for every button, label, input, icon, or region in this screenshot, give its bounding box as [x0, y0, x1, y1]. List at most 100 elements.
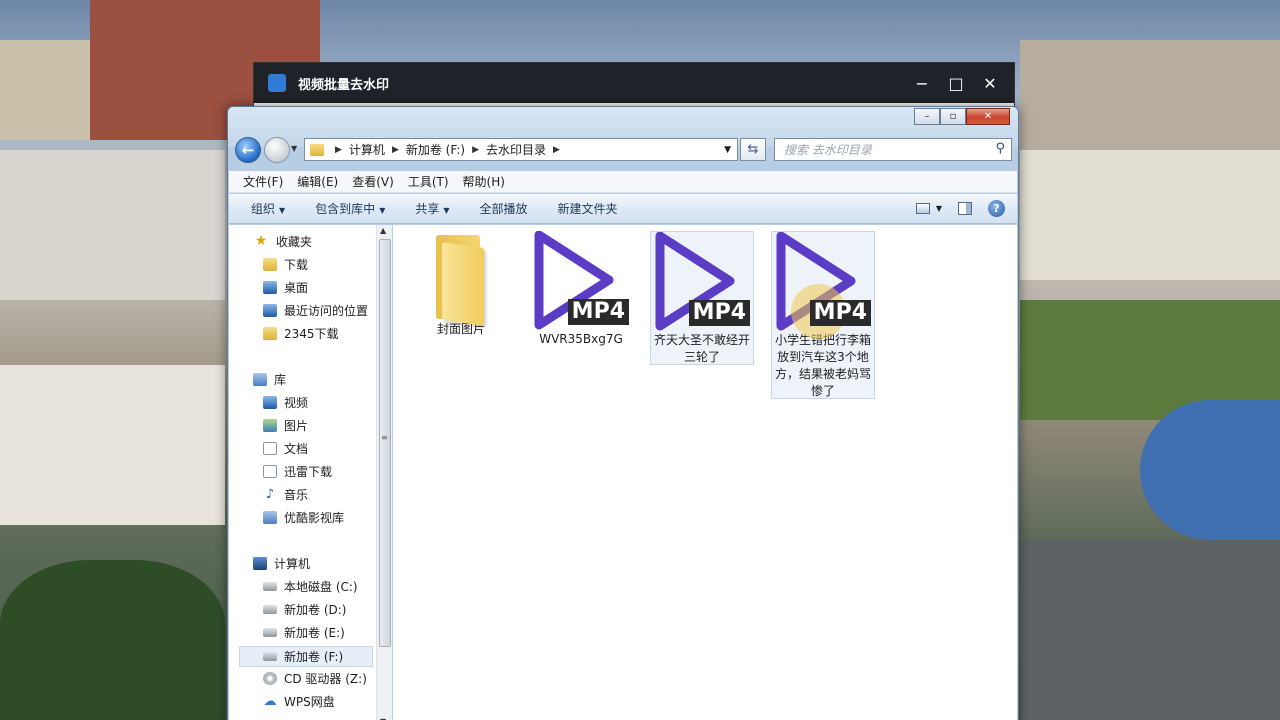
- app-minimize-button[interactable]: −: [914, 74, 930, 93]
- app-titlebar[interactable]: 视频批量去水印 − □ ✕: [254, 63, 1014, 103]
- nav-pictures[interactable]: 图片: [263, 417, 308, 434]
- history-dropdown-icon[interactable]: ▼: [291, 144, 297, 153]
- help-icon[interactable]: ?: [988, 200, 1005, 217]
- share-button[interactable]: 共享 ▼: [415, 200, 449, 217]
- new-folder-button[interactable]: 新建文件夹: [558, 200, 618, 217]
- recent-places-icon: [263, 304, 277, 317]
- star-icon: ★: [254, 233, 268, 249]
- play-all-button[interactable]: 全部播放: [480, 200, 528, 217]
- nav-2345-downloads[interactable]: 2345下载: [263, 325, 339, 342]
- breadcrumb-computer[interactable]: 计算机: [349, 141, 385, 158]
- nav-label: 视频: [284, 396, 309, 410]
- search-icon[interactable]: ⚲: [995, 141, 1005, 156]
- include-in-library-button[interactable]: 包含到库中 ▼: [315, 200, 385, 217]
- back-button[interactable]: ←: [235, 137, 261, 163]
- nav-libraries[interactable]: 库: [253, 371, 286, 388]
- nav-drive-f[interactable]: 新加卷 (F:): [239, 646, 373, 667]
- chevron-right-icon[interactable]: ▶: [553, 145, 560, 155]
- picture-library-icon: [263, 419, 277, 432]
- menu-help[interactable]: 帮助(H): [463, 173, 505, 190]
- chevron-right-icon[interactable]: ▶: [335, 145, 342, 155]
- organize-label: 组织: [251, 202, 276, 216]
- nav-label: 库: [274, 373, 287, 387]
- scroll-thumb[interactable]: [379, 239, 391, 647]
- nav-cd-drive-z[interactable]: CD 驱动器 (Z:): [263, 670, 367, 687]
- nav-drive-c[interactable]: 本地磁盘 (C:): [263, 578, 358, 595]
- chevron-down-icon: ▼: [379, 206, 386, 215]
- scroll-up-icon[interactable]: ▲: [380, 226, 386, 235]
- nav-youku-library[interactable]: 优酷影视库: [263, 509, 344, 526]
- file-item-mp4-hover[interactable]: MP4 小学生错把行李箱放到汽车这3个地方，结果被老妈骂惨了: [771, 231, 875, 399]
- mp4-video-icon: MP4: [652, 232, 752, 332]
- nav-scrollbar[interactable]: ▲ ≡ ▼: [376, 225, 392, 720]
- nav-drive-d[interactable]: 新加卷 (D:): [263, 601, 346, 618]
- preview-pane-icon[interactable]: [958, 202, 972, 215]
- file-item-folder[interactable]: 封面图片: [409, 231, 513, 338]
- nav-videos[interactable]: 视频: [263, 394, 308, 411]
- mp4-badge: MP4: [688, 300, 750, 326]
- menu-file[interactable]: 文件(F): [243, 173, 283, 190]
- file-name: WVR35Bxg7G: [539, 332, 623, 346]
- refresh-button[interactable]: ⇆: [740, 138, 766, 161]
- nav-documents[interactable]: 文档: [263, 440, 308, 457]
- music-note-icon: ♪: [265, 487, 275, 502]
- address-row: ← ▼ ▶ 计算机 ▶ 新加卷 (F:) ▶ 去水印目录 ▶ ▼ ⇆ 搜索 去水…: [228, 133, 1018, 169]
- explorer-maximize-button[interactable]: ▫: [940, 108, 966, 125]
- search-input[interactable]: 搜索 去水印目录 ⚲: [774, 138, 1012, 161]
- breadcrumb-drive-f[interactable]: 新加卷 (F:): [406, 141, 465, 158]
- thunder-library-icon: [263, 465, 277, 478]
- cloud-icon: ☁: [263, 694, 277, 709]
- nav-label: 桌面: [284, 281, 309, 295]
- menu-view[interactable]: 查看(V): [352, 173, 394, 190]
- nav-desktop[interactable]: 桌面: [263, 279, 308, 296]
- app-close-button[interactable]: ✕: [982, 74, 998, 93]
- nav-computer[interactable]: 计算机: [253, 555, 310, 572]
- nav-label: 文档: [284, 442, 309, 456]
- navigation-pane: ★ 收藏夹 下载 桌面 最近访问的位置 2345下载 库 视频 图片 文档 迅雷下…: [229, 225, 376, 720]
- explorer-window: – ▫ ✕ ← ▼ ▶ 计算机 ▶ 新加卷 (F:) ▶ 去水印目录 ▶ ▼ ⇆…: [227, 106, 1019, 720]
- share-label: 共享: [415, 202, 440, 216]
- mp4-badge: MP4: [809, 300, 871, 326]
- address-bar[interactable]: ▶ 计算机 ▶ 新加卷 (F:) ▶ 去水印目录 ▶ ▼: [304, 138, 738, 161]
- hard-drive-icon: [263, 605, 277, 614]
- folder-icon: [310, 143, 324, 156]
- file-name: 封面图片: [436, 322, 485, 336]
- nav-favorites[interactable]: ★ 收藏夹: [253, 233, 312, 250]
- search-placeholder: 搜索 去水印目录: [784, 143, 872, 157]
- change-view-button[interactable]: ▼: [915, 203, 942, 214]
- youku-library-icon: [263, 511, 277, 524]
- menu-edit[interactable]: 编辑(E): [297, 173, 338, 190]
- mp4-video-icon: MP4: [773, 232, 873, 339]
- nav-label: 收藏夹: [276, 235, 313, 249]
- desktop-icon: [263, 281, 277, 294]
- nav-label: WPS网盘: [284, 695, 335, 709]
- menu-tools[interactable]: 工具(T): [408, 173, 449, 190]
- mp4-badge: MP4: [567, 299, 629, 325]
- file-item-mp4-selected[interactable]: MP4 齐天大圣不敢经开三轮了: [650, 231, 754, 365]
- forward-button[interactable]: [264, 137, 290, 163]
- nav-wps-cloud[interactable]: ☁ WPS网盘: [263, 693, 335, 710]
- nav-drive-e[interactable]: 新加卷 (E:): [263, 624, 345, 641]
- address-dropdown-icon[interactable]: ▼: [724, 145, 731, 155]
- explorer-minimize-button[interactable]: –: [914, 108, 940, 125]
- hard-drive-icon: [263, 628, 277, 637]
- chevron-right-icon[interactable]: ▶: [392, 145, 399, 155]
- nav-recent-places[interactable]: 最近访问的位置: [263, 302, 368, 319]
- nav-music[interactable]: ♪ 音乐: [263, 486, 308, 503]
- explorer-close-button[interactable]: ✕: [966, 108, 1010, 125]
- nav-label: 迅雷下载: [284, 465, 333, 479]
- nav-label: 2345下载: [284, 327, 339, 341]
- nav-downloads[interactable]: 下载: [263, 256, 308, 273]
- file-name: 齐天大圣不敢经开三轮了: [653, 333, 750, 364]
- nav-thunder-downloads[interactable]: 迅雷下载: [263, 463, 332, 480]
- file-item-mp4[interactable]: MP4 WVR35Bxg7G: [529, 231, 633, 348]
- chevron-down-icon: ▼: [935, 204, 942, 213]
- organize-button[interactable]: 组织 ▼: [251, 200, 285, 217]
- computer-icon: [253, 557, 267, 570]
- library-icon: [253, 373, 267, 386]
- chevron-right-icon[interactable]: ▶: [472, 145, 479, 155]
- breadcrumb-watermark-dir[interactable]: 去水印目录: [486, 141, 546, 158]
- folder-icon: [263, 327, 277, 340]
- app-maximize-button[interactable]: □: [948, 74, 964, 93]
- hard-drive-icon: [263, 652, 277, 661]
